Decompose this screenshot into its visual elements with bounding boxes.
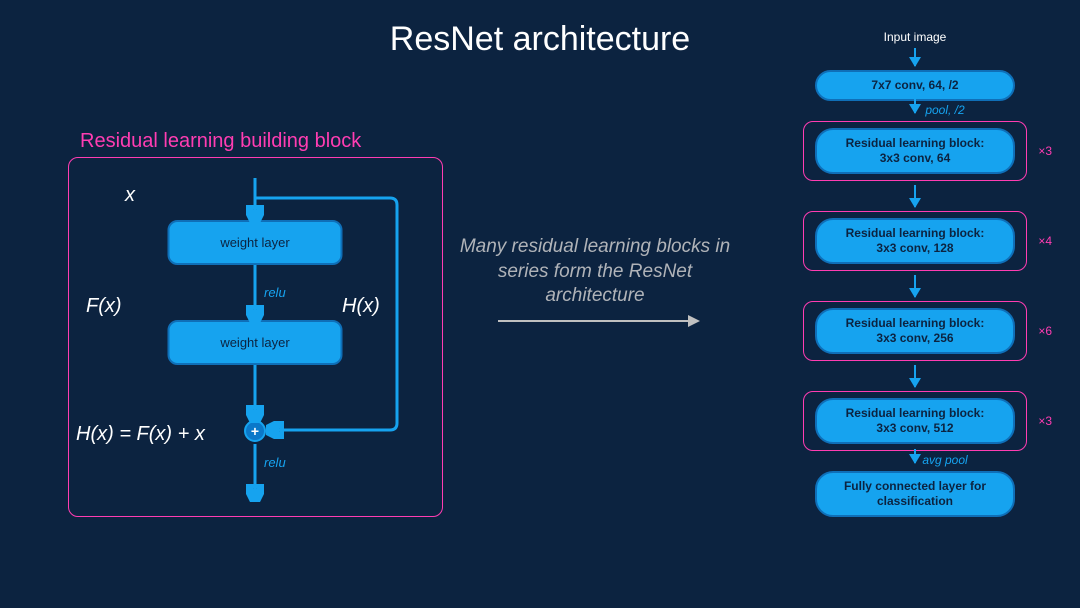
residual-block-pill: Residual learning block: 3x3 conv, 128 (815, 218, 1015, 264)
block-title: Residual learning block: (846, 406, 985, 420)
block-config: 3x3 conv, 128 (876, 241, 953, 255)
residual-stage-3: Residual learning block: 3x3 conv, 256 ×… (803, 301, 1027, 361)
block-title: Residual learning block: (846, 226, 985, 240)
arrow-down-icon (914, 185, 916, 207)
arrow-right-icon (498, 320, 698, 322)
residual-block-pill: Residual learning block: 3x3 conv, 64 (815, 128, 1015, 174)
block-config: 3x3 conv, 512 (876, 421, 953, 435)
relu-label-2: relu (264, 455, 286, 470)
conv1-layer: 7x7 conv, 64, /2 (815, 70, 1015, 101)
skip-connection-arrow-icon (255, 195, 435, 435)
repeat-count: ×4 (1038, 234, 1052, 248)
arrow-down-icon (253, 444, 257, 499)
block-title: Residual learning block: (846, 136, 985, 150)
residual-block-pill: Residual learning block: 3x3 conv, 512 (815, 398, 1015, 444)
middle-caption: Many residual learning blocks in series … (455, 235, 735, 309)
input-image-label: Input image (770, 30, 1060, 44)
arrow-down-icon (914, 449, 916, 463)
repeat-count: ×6 (1038, 324, 1052, 338)
block-config: 3x3 conv, 256 (876, 331, 953, 345)
arrow-down-icon (914, 365, 916, 387)
residual-stage-1: Residual learning block: 3x3 conv, 64 ×3 (803, 121, 1027, 181)
arrow-down-icon (914, 275, 916, 297)
fc-layer: Fully connected layer for classification (815, 471, 1015, 517)
x-label: x (125, 184, 135, 207)
repeat-count: ×3 (1038, 144, 1052, 158)
residual-stage-2: Residual learning block: 3x3 conv, 128 ×… (803, 211, 1027, 271)
arrow-down-icon (914, 48, 916, 66)
repeat-count: ×3 (1038, 414, 1052, 428)
block-config: 3x3 conv, 64 (880, 151, 951, 165)
residual-stage-4: Residual learning block: 3x3 conv, 512 ×… (803, 391, 1027, 451)
residual-block-heading: Residual learning building block (80, 130, 361, 153)
equation-label: H(x) = F(x) + x (76, 423, 205, 446)
residual-block-pill: Residual learning block: 3x3 conv, 256 (815, 308, 1015, 354)
architecture-column: Input image 7x7 conv, 64, /2 pool, /2 Re… (770, 30, 1060, 517)
block-title: Residual learning block: (846, 316, 985, 330)
arrow-down-icon (914, 99, 916, 113)
fx-label: F(x) (86, 295, 122, 318)
